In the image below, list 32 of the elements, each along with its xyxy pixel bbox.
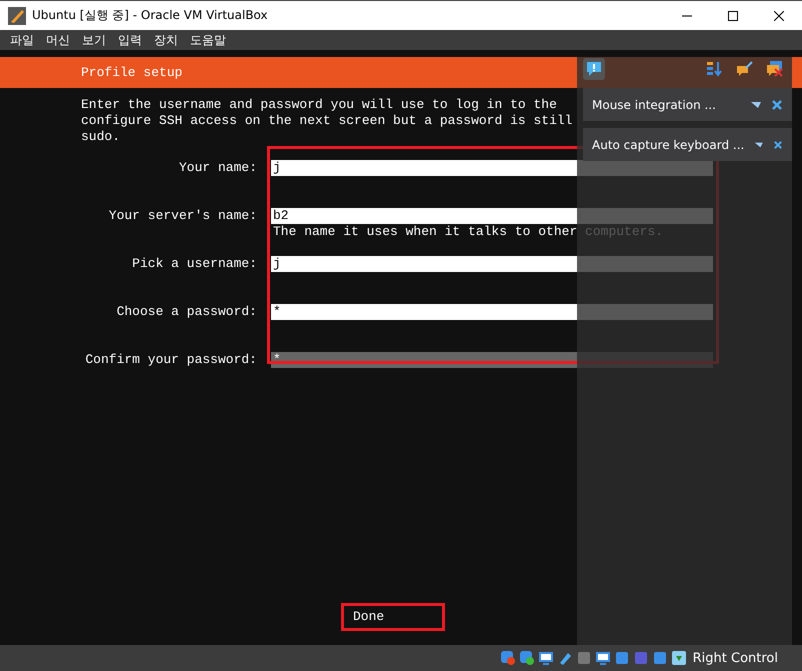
notification-text: Auto capture keyboard ...: [592, 138, 744, 152]
pin-icon[interactable]: [736, 60, 754, 78]
intro-text: Enter the username and password you will use to log in to the: [81, 97, 557, 113]
message-icon[interactable]: [583, 58, 605, 80]
network-icon[interactable]: [538, 650, 554, 666]
menu-item[interactable]: 보기: [76, 32, 112, 48]
close-icon[interactable]: [774, 10, 784, 20]
display-icon[interactable]: [594, 650, 611, 666]
menu-item[interactable]: 장치: [148, 32, 184, 48]
notification-text: Mouse integration ...: [592, 98, 717, 112]
field-label: Your name:: [178, 160, 257, 176]
field-label: Choose a password:: [116, 304, 257, 320]
host-key-label: Right Control: [692, 650, 778, 666]
close-all-icon[interactable]: [766, 60, 784, 78]
menu-item[interactable]: 도움말: [184, 32, 232, 48]
menu-item[interactable]: 머신: [40, 32, 76, 48]
done-button[interactable]: Done: [353, 609, 384, 625]
field-label: Pick a username:: [131, 256, 257, 272]
app-logo-icon: [8, 6, 26, 24]
field-label: Confirm your password:: [84, 352, 257, 368]
arrow-icon[interactable]: [754, 140, 764, 150]
arrow-icon[interactable]: [750, 100, 762, 110]
field-label: Your server's name:: [108, 208, 257, 224]
intro-text: configure SSH access on the next screen but a password is still: [81, 113, 572, 129]
download-icon[interactable]: [670, 650, 687, 666]
maximize-icon[interactable]: [728, 10, 738, 20]
menu-item[interactable]: 입력: [112, 32, 148, 48]
header-title: Profile setup: [81, 65, 182, 80]
sort-icon[interactable]: [706, 60, 724, 78]
intro-text: sudo.: [81, 129, 120, 145]
window-title: Ubuntu [실행 중] - Oracle VM VirtualBox: [32, 7, 269, 24]
menu-item[interactable]: 파일: [4, 32, 40, 48]
